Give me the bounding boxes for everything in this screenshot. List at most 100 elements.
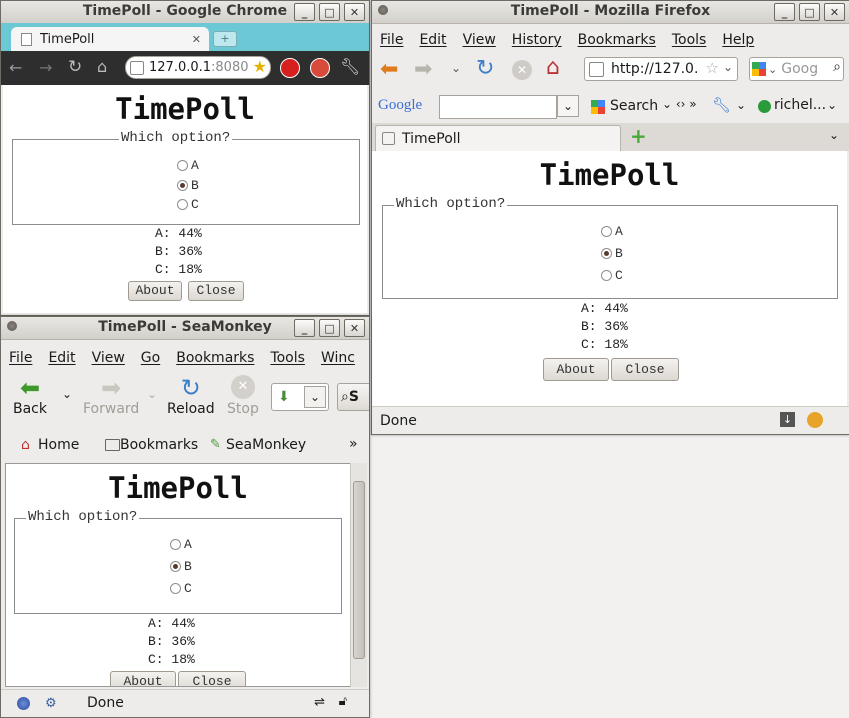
reload-icon[interactable]: ↻ (68, 57, 82, 77)
menu-window[interactable]: Winc (321, 350, 355, 366)
chrome-about-button[interactable]: About (128, 281, 182, 301)
menu-bookmarks[interactable]: Bookmarks (578, 32, 656, 48)
seamonkey-search-button[interactable]: ⌕S (337, 383, 369, 411)
home-icon[interactable]: ⌂ (546, 55, 560, 80)
radio-icon[interactable] (170, 583, 181, 594)
tab-list-dropdown-icon[interactable]: ⌄ (829, 128, 839, 142)
minimize-button[interactable]: _ (294, 3, 315, 21)
close-window-button[interactable]: ✕ (824, 3, 845, 21)
reload-button[interactable]: ↻ Reload (167, 375, 215, 417)
bookmark-star-icon[interactable]: ☆ (706, 59, 719, 77)
google-search-button[interactable]: Search (610, 98, 658, 114)
chrome-address-bar[interactable]: 127.0.0.1 :8080 ★ (125, 56, 271, 79)
wrench-icon[interactable]: 🔧︎ (712, 96, 731, 114)
menu-tools[interactable]: Tools (672, 32, 707, 48)
history-dropdown-icon[interactable]: ⌄ (451, 61, 461, 75)
wrench-icon[interactable]: 🔧︎ (340, 57, 360, 76)
seamonkey-option-c[interactable]: C (170, 581, 192, 596)
bookmark-home[interactable]: Home (38, 437, 79, 453)
search-options-icon[interactable]: ⌄ ‹› » (662, 97, 697, 111)
seamonkey-scrollbar[interactable] (350, 463, 367, 687)
menu-history[interactable]: History (512, 32, 562, 48)
back-button[interactable]: ⬅ Back (13, 375, 47, 417)
chrome-tab-timepoll[interactable]: TimePoll ✕ (11, 27, 209, 51)
menu-view[interactable]: View (463, 32, 496, 48)
chrome-close-button[interactable]: Close (188, 281, 244, 301)
radio-selected-icon[interactable] (177, 180, 188, 191)
radio-selected-icon[interactable] (170, 561, 181, 572)
firefox-url-bar[interactable]: http://127.0. ☆ ⌄ (584, 57, 738, 81)
download-icon[interactable]: ↓ (780, 412, 795, 427)
back-arrow-icon[interactable]: ⬅ (380, 57, 398, 82)
firefox-tab-timepoll[interactable]: TimePoll (375, 125, 621, 151)
firefox-option-b[interactable]: B (601, 246, 623, 261)
forward-dropdown-icon[interactable]: ⌄ (147, 387, 157, 401)
menu-tools[interactable]: Tools (270, 350, 305, 366)
menu-file[interactable]: File (9, 350, 32, 366)
chrome-titlebar[interactable]: TimePoll - Google Chrome _ □ ✕ (1, 1, 369, 24)
bookmark-star-icon[interactable]: ★ (253, 57, 267, 76)
firefox-close-button[interactable]: Close (611, 358, 679, 381)
menu-edit[interactable]: Edit (48, 350, 75, 366)
user-dropdown-icon[interactable]: ⌄ (827, 98, 837, 112)
home-icon[interactable]: ⌂ (97, 57, 107, 76)
seamonkey-close-button[interactable]: Close (178, 671, 246, 686)
back-dropdown-icon[interactable]: ⌄ (62, 387, 72, 401)
back-arrow-icon[interactable]: ← (9, 58, 22, 77)
radio-icon[interactable] (170, 539, 181, 550)
engine-dropdown-icon[interactable]: ⌄ (768, 63, 777, 76)
forward-arrow-icon[interactable]: ➡ (414, 57, 432, 82)
magnifier-icon[interactable]: ⌕ (833, 59, 841, 75)
wrench-dropdown-icon[interactable]: ⌄ (736, 98, 746, 112)
adblock-icon[interactable] (280, 58, 300, 78)
firefox-titlebar[interactable]: TimePoll - Mozilla Firefox _ □ ✕ (372, 1, 849, 24)
maximize-button[interactable]: □ (319, 3, 340, 21)
stop-button[interactable]: ✕ Stop (227, 375, 259, 417)
close-window-button[interactable]: ✕ (344, 3, 365, 21)
chrome-option-a[interactable]: A (177, 158, 199, 173)
firefox-option-c[interactable]: C (601, 268, 623, 283)
menu-edit[interactable]: Edit (419, 32, 446, 48)
menu-file[interactable]: File (380, 32, 403, 48)
google-logo[interactable]: Google (378, 97, 422, 114)
seamonkey-option-b[interactable]: B (170, 559, 192, 574)
chevron-more-icon[interactable]: » (349, 436, 358, 452)
tab-close-icon[interactable]: ✕ (192, 33, 201, 46)
menu-bookmarks[interactable]: Bookmarks (176, 350, 254, 366)
minimize-button[interactable]: _ (294, 319, 315, 337)
menu-help[interactable]: Help (722, 32, 754, 48)
url-dropdown-button[interactable]: ⌄ (304, 386, 326, 408)
close-window-button[interactable]: ✕ (344, 319, 365, 337)
menu-go[interactable]: Go (141, 350, 160, 366)
google-search-input[interactable] (439, 95, 557, 119)
chrome-option-b[interactable]: B (177, 178, 199, 193)
seamonkey-about-button[interactable]: About (110, 671, 176, 686)
url-dropdown-icon[interactable]: ⌄ (723, 60, 733, 74)
chrome-option-c[interactable]: C (177, 197, 199, 212)
maximize-button[interactable]: □ (319, 319, 340, 337)
bookmark-seamonkey[interactable]: SeaMonkey (226, 437, 306, 453)
stop-icon[interactable]: ✕ (512, 60, 532, 80)
bookmark-bookmarks[interactable]: Bookmarks (120, 437, 198, 453)
minimize-button[interactable]: _ (774, 3, 795, 21)
menu-view[interactable]: View (92, 350, 125, 366)
google-dropdown-button[interactable]: ⌄ (557, 95, 579, 117)
radio-icon[interactable] (177, 160, 188, 171)
new-tab-button[interactable]: + (213, 31, 237, 47)
radio-icon[interactable] (601, 270, 612, 281)
scrollbar-thumb[interactable] (353, 481, 365, 659)
extension-shield-icon[interactable] (310, 58, 330, 78)
firefox-search-box[interactable]: ⌄ Goog ⌕ (749, 57, 844, 81)
seamonkey-titlebar[interactable]: TimePoll - SeaMonkey _ □ ✕ (1, 317, 369, 340)
radio-icon[interactable] (177, 199, 188, 210)
maximize-button[interactable]: □ (799, 3, 820, 21)
seamonkey-url-bar[interactable]: ⬇ ⌄ (271, 383, 329, 411)
new-tab-plus-icon[interactable]: + (630, 124, 647, 148)
firefox-option-a[interactable]: A (601, 224, 623, 239)
radio-icon[interactable] (601, 226, 612, 237)
firefox-about-button[interactable]: About (543, 358, 609, 381)
forward-arrow-icon[interactable]: → (39, 58, 52, 77)
forward-button[interactable]: ➡ Forward (83, 375, 139, 417)
radio-selected-icon[interactable] (601, 248, 612, 259)
google-engine-icon[interactable] (752, 62, 766, 76)
